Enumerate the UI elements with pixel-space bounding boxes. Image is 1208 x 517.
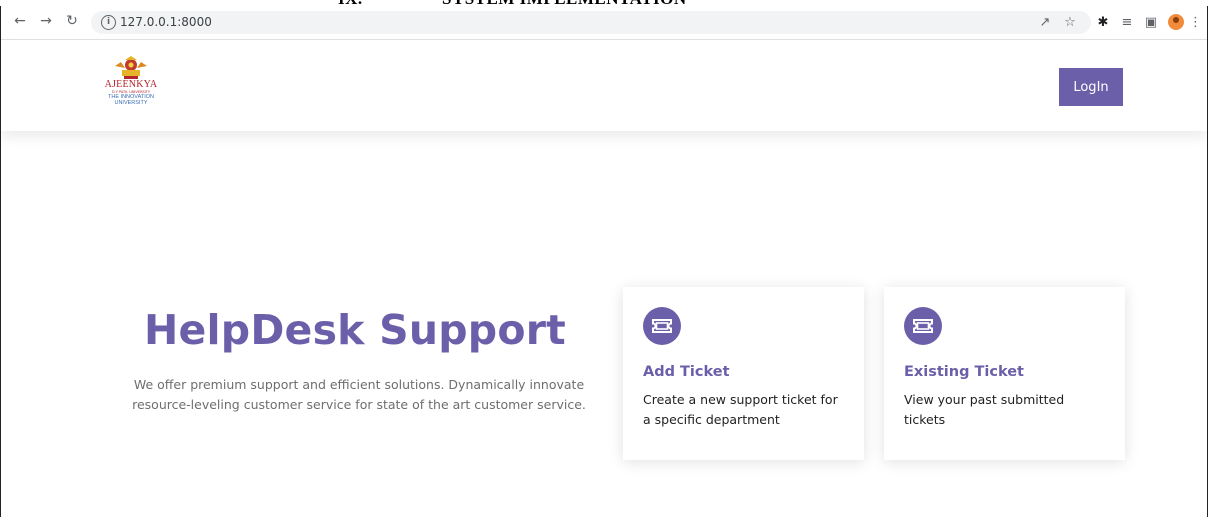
reload-icon[interactable]: ↻	[63, 12, 81, 30]
forward-arrow-icon[interactable]: →	[37, 12, 55, 30]
existing-ticket-text: View your past submitted tickets	[904, 392, 1065, 427]
back-arrow-icon[interactable]: ←	[11, 12, 29, 30]
menu-icon[interactable]: ⋮	[1189, 14, 1202, 32]
share-icon[interactable]: ↗	[1036, 14, 1054, 32]
hero-description: We offer premium support and efficient s…	[132, 377, 586, 412]
logo-name: AJEENKYA	[104, 79, 158, 90]
reading-list-icon[interactable]: ≡	[1118, 14, 1136, 32]
add-ticket-text: Create a new support ticket for a specif…	[643, 392, 838, 427]
add-ticket-title: Add Ticket	[643, 364, 730, 380]
side-panel-icon[interactable]: ▣	[1142, 14, 1160, 32]
existing-ticket-title: Existing Ticket	[904, 364, 1024, 380]
ticket-icon	[643, 307, 681, 345]
site-header: AJEENKYA D Y PATIL UNIVERSITY THE INNOVA…	[1, 40, 1207, 131]
university-logo[interactable]: AJEENKYA D Y PATIL UNIVERSITY THE INNOVA…	[101, 56, 161, 120]
star-icon[interactable]: ☆	[1061, 14, 1079, 32]
site-info-icon[interactable]: i	[101, 15, 116, 30]
browser-window: ← → ↻ i 127.0.0.1:8000 ↗ ☆ ✱ ≡ ▣ ⋮ AJEEN…	[0, 6, 1208, 517]
extensions-icon[interactable]: ✱	[1094, 14, 1112, 32]
login-button[interactable]: LogIn	[1059, 68, 1123, 106]
existing-ticket-card[interactable]: Existing Ticket View your past submitted…	[884, 287, 1125, 460]
browser-toolbar: ← → ↻ i 127.0.0.1:8000 ↗ ☆ ✱ ≡ ▣ ⋮	[1, 6, 1207, 40]
add-ticket-card[interactable]: Add Ticket Create a new support ticket f…	[623, 287, 864, 460]
logo-emblem-icon	[115, 56, 147, 79]
ticket-icon	[904, 307, 942, 345]
page-title: HelpDesk Support	[144, 306, 566, 354]
address-bar[interactable]: i 127.0.0.1:8000	[91, 11, 1091, 34]
address-url: 127.0.0.1:8000	[120, 15, 212, 29]
profile-icon[interactable]	[1168, 14, 1184, 30]
logo-tagline-2: UNIVERSITY	[114, 100, 148, 106]
